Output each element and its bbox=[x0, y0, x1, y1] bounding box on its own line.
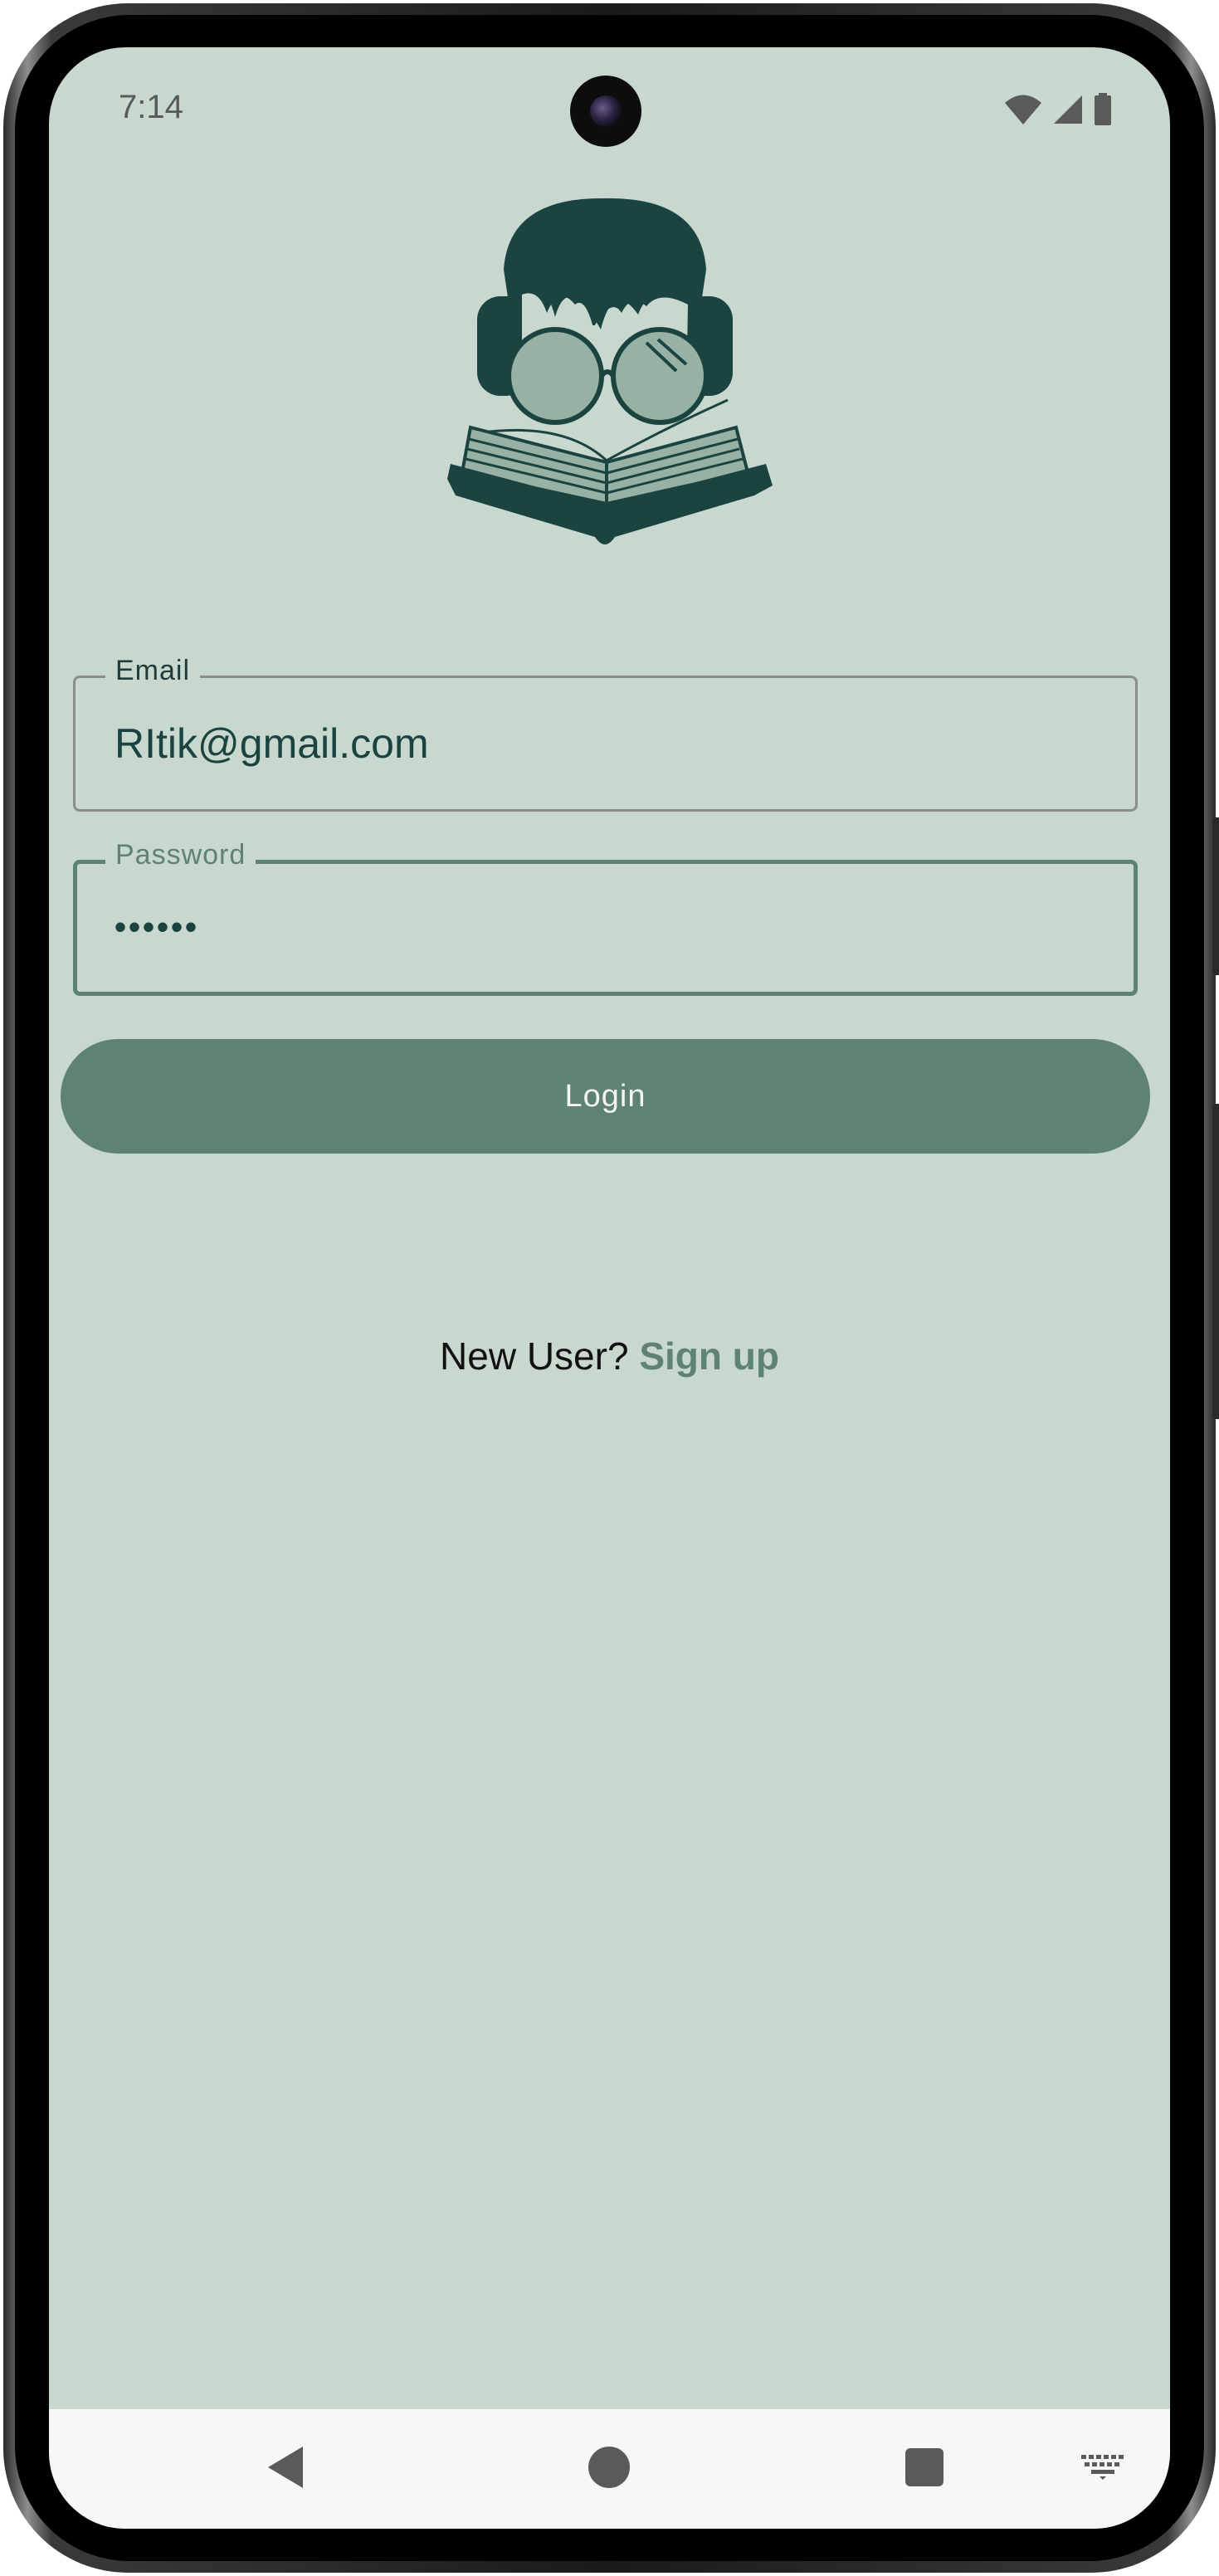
wifi-icon bbox=[1004, 94, 1042, 129]
signup-row: New User? Sign up bbox=[49, 1334, 1170, 1378]
power-button bbox=[1212, 1104, 1219, 1419]
reader-with-book-logo bbox=[397, 147, 812, 570]
front-camera bbox=[570, 76, 641, 147]
signup-prompt: New User? bbox=[440, 1334, 629, 1378]
back-icon bbox=[265, 2445, 306, 2494]
email-field[interactable]: Email RItik@gmail.com bbox=[73, 655, 1138, 812]
status-time: 7:14 bbox=[119, 89, 183, 125]
phone-frame: 7:14 Email RItik@gmail.com Password ••••… bbox=[0, 0, 1219, 2576]
navigation-bar bbox=[49, 2409, 1170, 2529]
recents-button[interactable] bbox=[879, 2409, 970, 2529]
keyboard-button[interactable] bbox=[1061, 2409, 1144, 2529]
home-button[interactable] bbox=[563, 2409, 655, 2529]
recents-icon bbox=[905, 2447, 944, 2491]
email-label: Email bbox=[105, 655, 201, 687]
home-icon bbox=[588, 2446, 631, 2493]
email-value[interactable]: RItik@gmail.com bbox=[115, 720, 429, 768]
battery-icon bbox=[1094, 93, 1112, 130]
cellular-signal-icon bbox=[1052, 94, 1084, 129]
signup-link[interactable]: Sign up bbox=[639, 1334, 779, 1378]
back-button[interactable] bbox=[240, 2409, 331, 2529]
camera-lens bbox=[590, 95, 622, 127]
volume-button bbox=[1212, 817, 1219, 975]
password-label: Password bbox=[105, 839, 256, 871]
app-screen: 7:14 Email RItik@gmail.com Password ••••… bbox=[49, 47, 1170, 2529]
login-button[interactable]: Login bbox=[61, 1039, 1150, 1154]
password-field[interactable]: Password •••••• bbox=[73, 839, 1138, 996]
password-value[interactable]: •••••• bbox=[115, 910, 199, 947]
status-icons bbox=[1004, 93, 1112, 130]
keyboard-icon bbox=[1081, 2454, 1124, 2484]
